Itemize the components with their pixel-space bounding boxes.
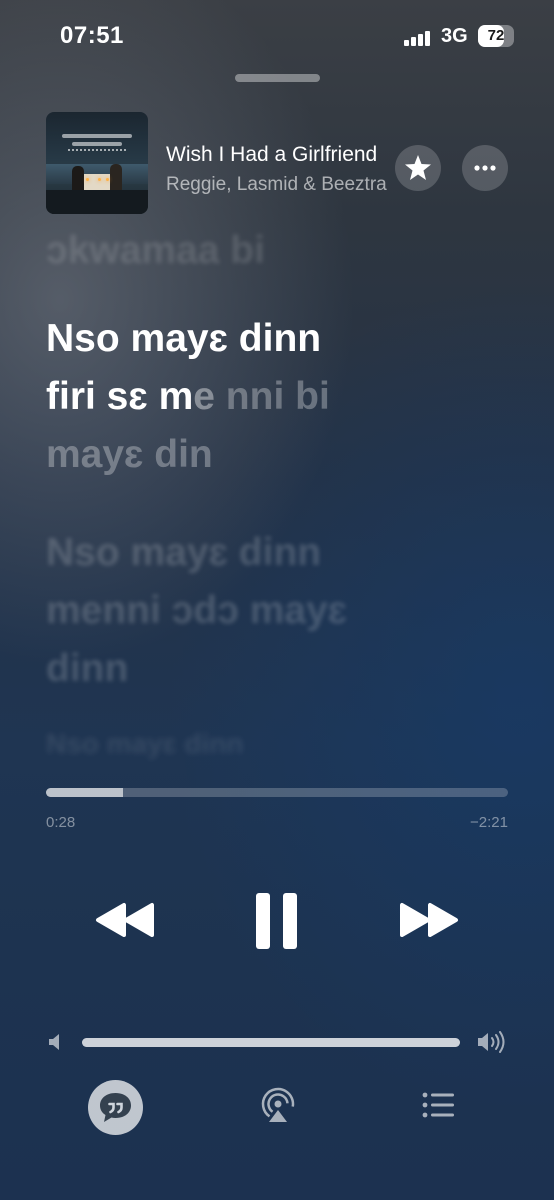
queue-button[interactable] bbox=[420, 1090, 456, 1120]
battery-icon: 72 bbox=[478, 25, 514, 47]
lyric-next-line-1: Nso mayɛ dinn bbox=[46, 531, 322, 574]
forward-icon bbox=[400, 903, 458, 937]
lyric-next-line-2: menni ɔdɔ mayɛ bbox=[46, 589, 348, 632]
lyric-current-line-2: firi sɛ me nni bi bbox=[46, 368, 516, 426]
forward-button[interactable] bbox=[398, 898, 460, 942]
pause-button[interactable] bbox=[252, 890, 302, 952]
status-bar: 07:51 3G 72 bbox=[0, 0, 554, 72]
lyric-line-after[interactable]: Nso mayɛ dinn bbox=[46, 724, 516, 764]
signal-strength-icon bbox=[404, 30, 434, 46]
speaker-low-icon bbox=[46, 1030, 66, 1054]
elapsed-time: 0:28 bbox=[46, 814, 76, 831]
status-time: 07:51 bbox=[60, 22, 124, 49]
playback-scrubber[interactable] bbox=[46, 788, 508, 797]
quote-bubble-icon bbox=[100, 1093, 131, 1122]
lyric-line-next[interactable]: Nso mayɛ dinn menni ɔdɔ mayɛ dinn bbox=[46, 524, 516, 698]
song-title[interactable]: Wish I Had a Girlfriend bbox=[166, 143, 388, 167]
album-artwork[interactable] bbox=[46, 112, 148, 214]
ellipsis-icon bbox=[474, 165, 496, 171]
airplay-icon bbox=[261, 1087, 295, 1122]
star-icon bbox=[405, 155, 431, 180]
remaining-time: −2:21 bbox=[470, 814, 508, 831]
favorite-button[interactable] bbox=[395, 145, 441, 191]
more-button[interactable] bbox=[462, 145, 508, 191]
playback-progress-fill bbox=[46, 788, 123, 797]
list-icon bbox=[422, 1092, 454, 1118]
lyric-partial-text: e bbox=[193, 375, 215, 418]
pause-icon bbox=[256, 893, 297, 949]
backward-icon bbox=[96, 903, 154, 937]
battery-percent: 72 bbox=[487, 27, 505, 44]
lyric-next-line-3: dinn bbox=[46, 647, 129, 690]
lyrics-button[interactable] bbox=[88, 1080, 143, 1135]
rewind-button[interactable] bbox=[94, 898, 156, 942]
lyric-upcoming-text: nni bi bbox=[214, 375, 330, 418]
volume-level-fill bbox=[82, 1038, 460, 1047]
lyric-current-line-3: mayɛ din bbox=[46, 433, 213, 476]
volume-slider[interactable] bbox=[82, 1038, 460, 1047]
lyric-current-line-1: Nso mayɛ dinn bbox=[46, 317, 322, 360]
sheet-grabber[interactable] bbox=[235, 74, 320, 82]
speaker-high-icon bbox=[476, 1028, 508, 1056]
network-type: 3G bbox=[441, 25, 468, 47]
lyric-sung-text: firi sɛ m bbox=[46, 375, 194, 418]
song-artist[interactable]: Reggie, Lasmid & Beeztrap KOTM bbox=[166, 174, 388, 196]
airplay-button[interactable] bbox=[258, 1086, 298, 1126]
lyric-line-previous[interactable]: ɔkwamaa bi bbox=[46, 222, 516, 280]
lyric-line-current[interactable]: Nso mayɛ dinn firi sɛ me nni bi mayɛ din bbox=[46, 310, 516, 484]
